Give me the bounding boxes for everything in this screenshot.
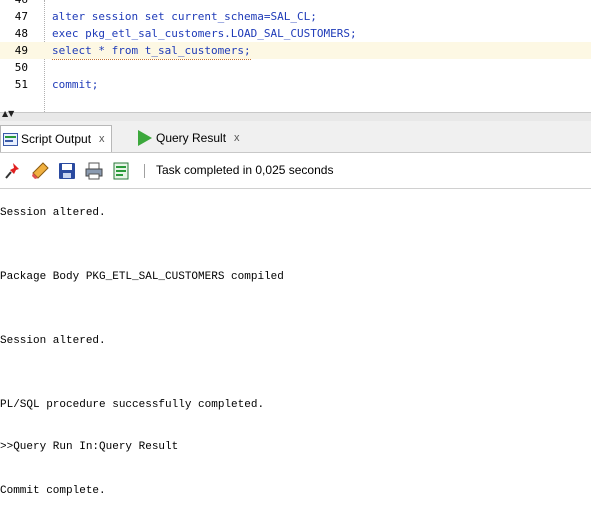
toolbar-divider xyxy=(144,164,145,178)
line-number: 46 xyxy=(0,0,28,8)
output-toolbar: Task completed in 0,025 seconds xyxy=(0,153,591,189)
tab-label: Query Result xyxy=(156,131,227,145)
script-output-icon xyxy=(3,132,18,146)
pin-icon[interactable] xyxy=(4,162,22,180)
tab-script-output[interactable]: Script Output x xyxy=(0,125,112,152)
line-number: 48 xyxy=(14,27,28,40)
code-text[interactable]: alter session set current_schema=SAL_CL; xyxy=(52,8,317,25)
code-line[interactable]: 46 xyxy=(0,0,591,8)
output-line: Session altered. xyxy=(0,335,106,347)
close-icon[interactable]: x xyxy=(234,132,240,144)
output-line: PL/SQL procedure successfully completed. xyxy=(0,399,265,411)
script-output-panel[interactable]: Session altered. Package Body PKG_ETL_SA… xyxy=(0,189,591,523)
output-line: >>Query Run In:Query Result xyxy=(0,441,179,453)
output-line: Commit complete. xyxy=(0,485,106,497)
line-number: 51 xyxy=(14,78,28,91)
output-tab-bar: Script Output x Query Result x xyxy=(0,121,591,153)
code-text[interactable]: commit; xyxy=(52,76,98,93)
code-line[interactable]: 51 commit; xyxy=(0,76,591,93)
code-text[interactable]: exec pkg_etl_sal_customers.LOAD_SAL_CUST… xyxy=(52,25,357,42)
line-number: 50 xyxy=(14,61,28,74)
line-number: 49 xyxy=(14,44,28,57)
code-line[interactable]: 47 alter session set current_schema=SAL_… xyxy=(0,8,591,25)
tab-query-result[interactable]: Query Result x xyxy=(134,125,244,151)
panel-splitter[interactable]: ▲▼ xyxy=(0,110,591,121)
print-icon[interactable] xyxy=(85,162,103,180)
task-status-text: Task completed in 0,025 seconds xyxy=(156,163,334,177)
code-text[interactable]: select * from t_sal_customers; xyxy=(52,42,251,60)
code-line-current[interactable]: 49 select * from t_sal_customers; xyxy=(0,42,591,60)
output-line: Package Body PKG_ETL_SAL_CUSTOMERS compi… xyxy=(0,271,284,283)
line-number: 47 xyxy=(14,10,28,23)
close-icon[interactable]: x xyxy=(99,133,105,145)
output-line: Session altered. xyxy=(0,207,106,219)
sql-editor[interactable]: 46 47 alter session set current_schema=S… xyxy=(0,0,591,112)
code-line[interactable]: 50 xyxy=(0,59,591,76)
save-icon[interactable] xyxy=(58,162,76,180)
tab-label: Script Output xyxy=(21,132,92,146)
splitter-arrows-icon[interactable]: ▲▼ xyxy=(2,110,14,118)
run-green-icon xyxy=(138,130,152,146)
document-icon[interactable] xyxy=(112,162,130,180)
code-line[interactable]: 48 exec pkg_etl_sal_customers.LOAD_SAL_C… xyxy=(0,25,591,42)
eraser-icon[interactable] xyxy=(31,162,49,180)
